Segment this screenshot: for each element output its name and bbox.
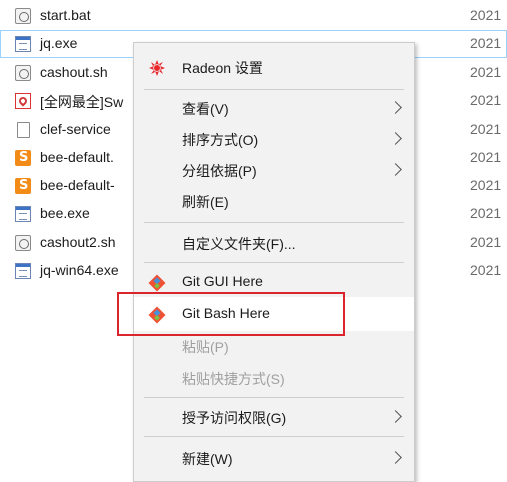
file-name: start.bat [40, 7, 91, 23]
menu-label: Radeon 设置 [182, 60, 263, 76]
menu-item-view[interactable]: 查看(V) [134, 91, 414, 125]
script-gear-icon [15, 65, 31, 81]
context-menu: Radeon 设置 查看(V) 排序方式(O) 分组依据(P) 刷新(E) 自定… [133, 42, 415, 482]
git-gui-icon [148, 274, 166, 292]
menu-separator [144, 397, 404, 398]
exe-icon [15, 206, 31, 222]
file-date: 2021 [470, 35, 502, 51]
menu-label: 分组依据(P) [182, 163, 257, 179]
sublime-icon [15, 150, 31, 166]
file-date: 2021 [470, 7, 502, 23]
file-date: 2021 [470, 121, 502, 137]
chevron-right-icon [389, 132, 402, 145]
menu-item-give-access[interactable]: 授予访问权限(G) [134, 400, 414, 434]
sublime-icon [15, 178, 31, 194]
menu-label: Git GUI Here [182, 273, 263, 289]
menu-label: 授予访问权限(G) [182, 410, 287, 426]
menu-label: 粘贴快捷方式(S) [182, 371, 285, 387]
exe-icon [15, 263, 31, 279]
file-name: jq.exe [40, 35, 78, 51]
exe-icon [15, 36, 31, 52]
menu-label: 新建(W) [182, 451, 233, 467]
chevron-right-icon [389, 101, 402, 114]
highlight-annotation-box [117, 292, 345, 336]
chevron-right-icon [389, 410, 402, 423]
menu-label: 自定义文件夹(F)... [182, 236, 296, 252]
file-row-start-bat[interactable]: start.bat 2021 [0, 2, 507, 30]
file-name: bee-default- [40, 177, 115, 193]
pdf-icon [15, 93, 31, 109]
menu-label: 刷新(E) [182, 194, 229, 210]
menu-item-new[interactable]: 新建(W) [134, 441, 414, 475]
menu-separator [144, 89, 404, 90]
document-icon [17, 122, 30, 138]
file-date: 2021 [470, 234, 502, 250]
file-name: cashout.sh [40, 64, 108, 80]
menu-separator [144, 222, 404, 223]
file-date: 2021 [470, 149, 502, 165]
menu-item-customize-folder[interactable]: 自定义文件夹(F)... [134, 226, 414, 260]
menu-item-refresh[interactable]: 刷新(E) [134, 184, 414, 218]
file-name: clef-service [40, 121, 111, 137]
menu-item-group-by[interactable]: 分组依据(P) [134, 153, 414, 187]
chevron-right-icon [389, 451, 402, 464]
file-date: 2021 [470, 205, 502, 221]
menu-separator [144, 262, 404, 263]
menu-item-sort-by[interactable]: 排序方式(O) [134, 122, 414, 156]
file-name: jq-win64.exe [40, 262, 119, 278]
file-date: 2021 [470, 177, 502, 193]
menu-separator [144, 436, 404, 437]
menu-item-radeon-settings[interactable]: Radeon 设置 [134, 50, 414, 84]
menu-label: 粘贴(P) [182, 339, 229, 355]
file-name: cashout2.sh [40, 234, 116, 250]
file-name: [全网最全]Sw [40, 94, 124, 110]
menu-label: 排序方式(O) [182, 132, 259, 148]
script-gear-icon [15, 235, 31, 251]
file-date: 2021 [470, 64, 502, 80]
file-date: 2021 [470, 262, 502, 278]
chevron-right-icon [389, 163, 402, 176]
file-name: bee-default. [40, 149, 114, 165]
file-date: 2021 [470, 92, 502, 108]
batch-gear-icon [15, 8, 31, 24]
menu-label: 查看(V) [182, 101, 229, 117]
file-name: bee.exe [40, 205, 90, 221]
menu-item-paste-shortcut[interactable]: 粘贴快捷方式(S) [134, 361, 414, 395]
radeon-icon [148, 59, 166, 77]
